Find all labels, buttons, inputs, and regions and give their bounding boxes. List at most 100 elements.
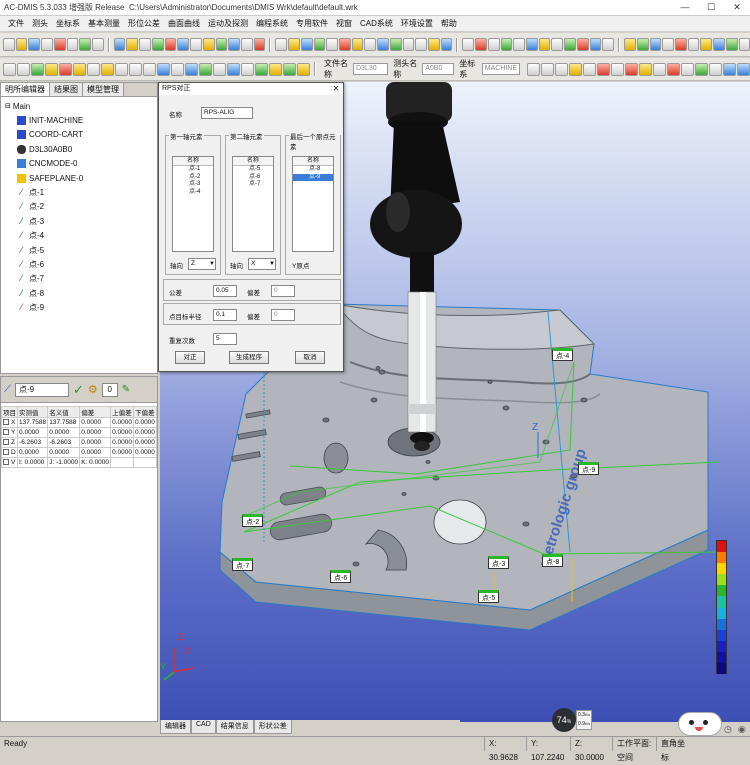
copy-icon[interactable] [3, 62, 16, 76]
measure-icon[interactable] [555, 62, 569, 76]
menu-item-6[interactable]: 运动及探测 [204, 18, 252, 29]
redo-icon[interactable] [526, 38, 538, 51]
tree-item[interactable]: ⁄ 点-2 [17, 200, 157, 214]
row-checkbox[interactable] [3, 439, 9, 446]
cylinder-icon[interactable] [185, 62, 198, 76]
menu-item-5[interactable]: 曲面曲线 [164, 18, 204, 29]
table-row[interactable]: Z -6.2603 -6.2603 0.0000 0.0000 0.0000 [0, 437, 157, 448]
tree-item[interactable]: ⁄ 点-8 [17, 286, 157, 300]
align-icon[interactable] [709, 62, 723, 76]
cone-icon[interactable] [653, 62, 667, 76]
feature-name-field[interactable]: 点-9 [15, 382, 69, 397]
curve-icon[interactable] [241, 62, 254, 76]
tag-point-7[interactable]: 点-7 [232, 558, 254, 571]
tag-point-9[interactable]: 点-9 [578, 462, 600, 475]
axis2-select[interactable]: X ▼ [248, 258, 276, 270]
tree-item[interactable]: ⁄ 点-6 [17, 257, 157, 271]
sound-icon[interactable]: ◉ [738, 724, 746, 735]
surface-icon[interactable] [255, 62, 268, 76]
run-icon[interactable] [297, 62, 310, 76]
tag-point-8[interactable]: 点-8 [542, 554, 564, 567]
table-row[interactable]: D 0.0000 0.0000 0.0000 0.0000 0.0000 [0, 447, 157, 458]
deviation2-field[interactable]: 0 [271, 309, 295, 321]
paste-icon[interactable] [500, 38, 513, 51]
tree-item[interactable]: INIT-MACHINE [17, 113, 157, 127]
slot-icon[interactable] [227, 62, 240, 76]
tag-point-3[interactable]: 点-3 [488, 556, 510, 569]
new-file-icon[interactable] [3, 38, 15, 51]
print-icon[interactable] [41, 38, 53, 51]
row-checkbox[interactable] [3, 449, 9, 456]
settings-gear-icon[interactable]: ⚙ [88, 383, 98, 396]
menu-item-1[interactable]: 测头 [28, 18, 52, 29]
probe-name-field[interactable]: A0B0 [422, 63, 455, 75]
clock-icon[interactable]: ◷ [724, 724, 732, 735]
undo-icon[interactable] [513, 38, 526, 51]
zoom-icon[interactable] [59, 62, 72, 76]
cancel-button[interactable]: 取消 [295, 351, 325, 364]
file-name-field[interactable]: D3L30 [353, 63, 389, 75]
menu-item-8[interactable]: 专用软件 [292, 18, 332, 29]
sphere-icon[interactable] [253, 38, 266, 51]
slot-icon[interactable] [667, 62, 681, 76]
rotate-icon[interactable] [73, 62, 86, 76]
confirm-check-icon[interactable]: ✓ [73, 382, 84, 398]
undo-icon[interactable] [92, 38, 104, 51]
row-checkbox[interactable] [3, 419, 9, 426]
table-row[interactable]: Y 0.0000 0.0000 0.0000 0.0000 0.0000 [0, 427, 157, 438]
radius-field[interactable]: 0.1 [213, 309, 237, 321]
tree-item[interactable]: ⁄ 点-5 [17, 243, 157, 257]
list-item[interactable]: 点-6 [233, 174, 273, 182]
count-field[interactable]: 0 [101, 382, 118, 397]
menu-item-11[interactable]: 环境设置 [397, 18, 437, 29]
tree-item[interactable]: ⁄ 点-3 [17, 214, 157, 228]
deviation-field[interactable]: 0 [271, 285, 295, 297]
curve-icon[interactable] [713, 38, 725, 51]
dialog-close-icon[interactable]: ✕ [329, 83, 343, 95]
camera-icon[interactable] [377, 38, 389, 51]
circle-icon[interactable] [157, 62, 170, 76]
second-axis-list[interactable]: 名称 点-5 点-6 点-7 [232, 156, 274, 252]
zoom-icon[interactable] [126, 38, 139, 51]
plane-icon[interactable] [171, 62, 184, 76]
save-icon[interactable] [28, 38, 41, 51]
pan-icon[interactable] [151, 38, 164, 51]
curve-icon[interactable] [681, 62, 695, 76]
cone-icon[interactable] [687, 38, 700, 51]
origin-list[interactable]: 名称 点-8 点-9 [292, 156, 334, 252]
table-row[interactable]: X 137.7588 137.7588 0.0000 0.0000 0.0000 [0, 417, 157, 428]
copy-icon[interactable] [66, 38, 79, 51]
repeat-field[interactable]: 5 [213, 333, 237, 345]
zoom-icon[interactable] [538, 38, 551, 51]
redo-icon[interactable] [45, 62, 58, 76]
sphere-icon[interactable] [199, 62, 212, 76]
tab-editor[interactable]: 明所编辑器 [1, 83, 50, 96]
tab-editor-bottom[interactable]: 编辑器 [160, 720, 191, 734]
open-folder-icon[interactable] [15, 38, 28, 51]
copy-icon[interactable] [487, 38, 500, 51]
pan-icon[interactable] [87, 62, 100, 76]
surface-icon[interactable] [313, 38, 326, 51]
measure-icon[interactable] [589, 38, 602, 51]
menu-item-0[interactable]: 文件 [4, 18, 28, 29]
tree-item[interactable]: ⁄ 点-7 [17, 272, 157, 286]
save-icon[interactable] [440, 38, 453, 51]
list-item[interactable]: 点-5 [233, 166, 273, 174]
menu-item-9[interactable]: 视窗 [332, 18, 356, 29]
slot-icon[interactable] [700, 38, 713, 51]
list-item[interactable]: 点-7 [233, 181, 273, 189]
curve-icon[interactable] [300, 38, 313, 51]
pencil-icon[interactable]: ✎ [122, 384, 130, 395]
tree-item[interactable]: D3L30A0B0 [17, 142, 157, 156]
align-icon[interactable] [738, 38, 750, 51]
menu-item-2[interactable]: 坐标系 [52, 18, 84, 29]
tag-point-5[interactable]: 点-5 [478, 590, 500, 603]
pan-icon[interactable] [527, 62, 541, 76]
tab-shape-tolerance[interactable]: 形状公差 [253, 720, 292, 734]
menu-item-10[interactable]: CAD系统 [356, 18, 397, 29]
cylinder-icon[interactable] [625, 62, 639, 76]
chevron-down-icon[interactable]: ▼ [269, 259, 275, 269]
list-item[interactable]: 点-3 [173, 181, 213, 189]
slot-icon[interactable] [288, 38, 300, 51]
circle-icon[interactable] [215, 38, 228, 51]
